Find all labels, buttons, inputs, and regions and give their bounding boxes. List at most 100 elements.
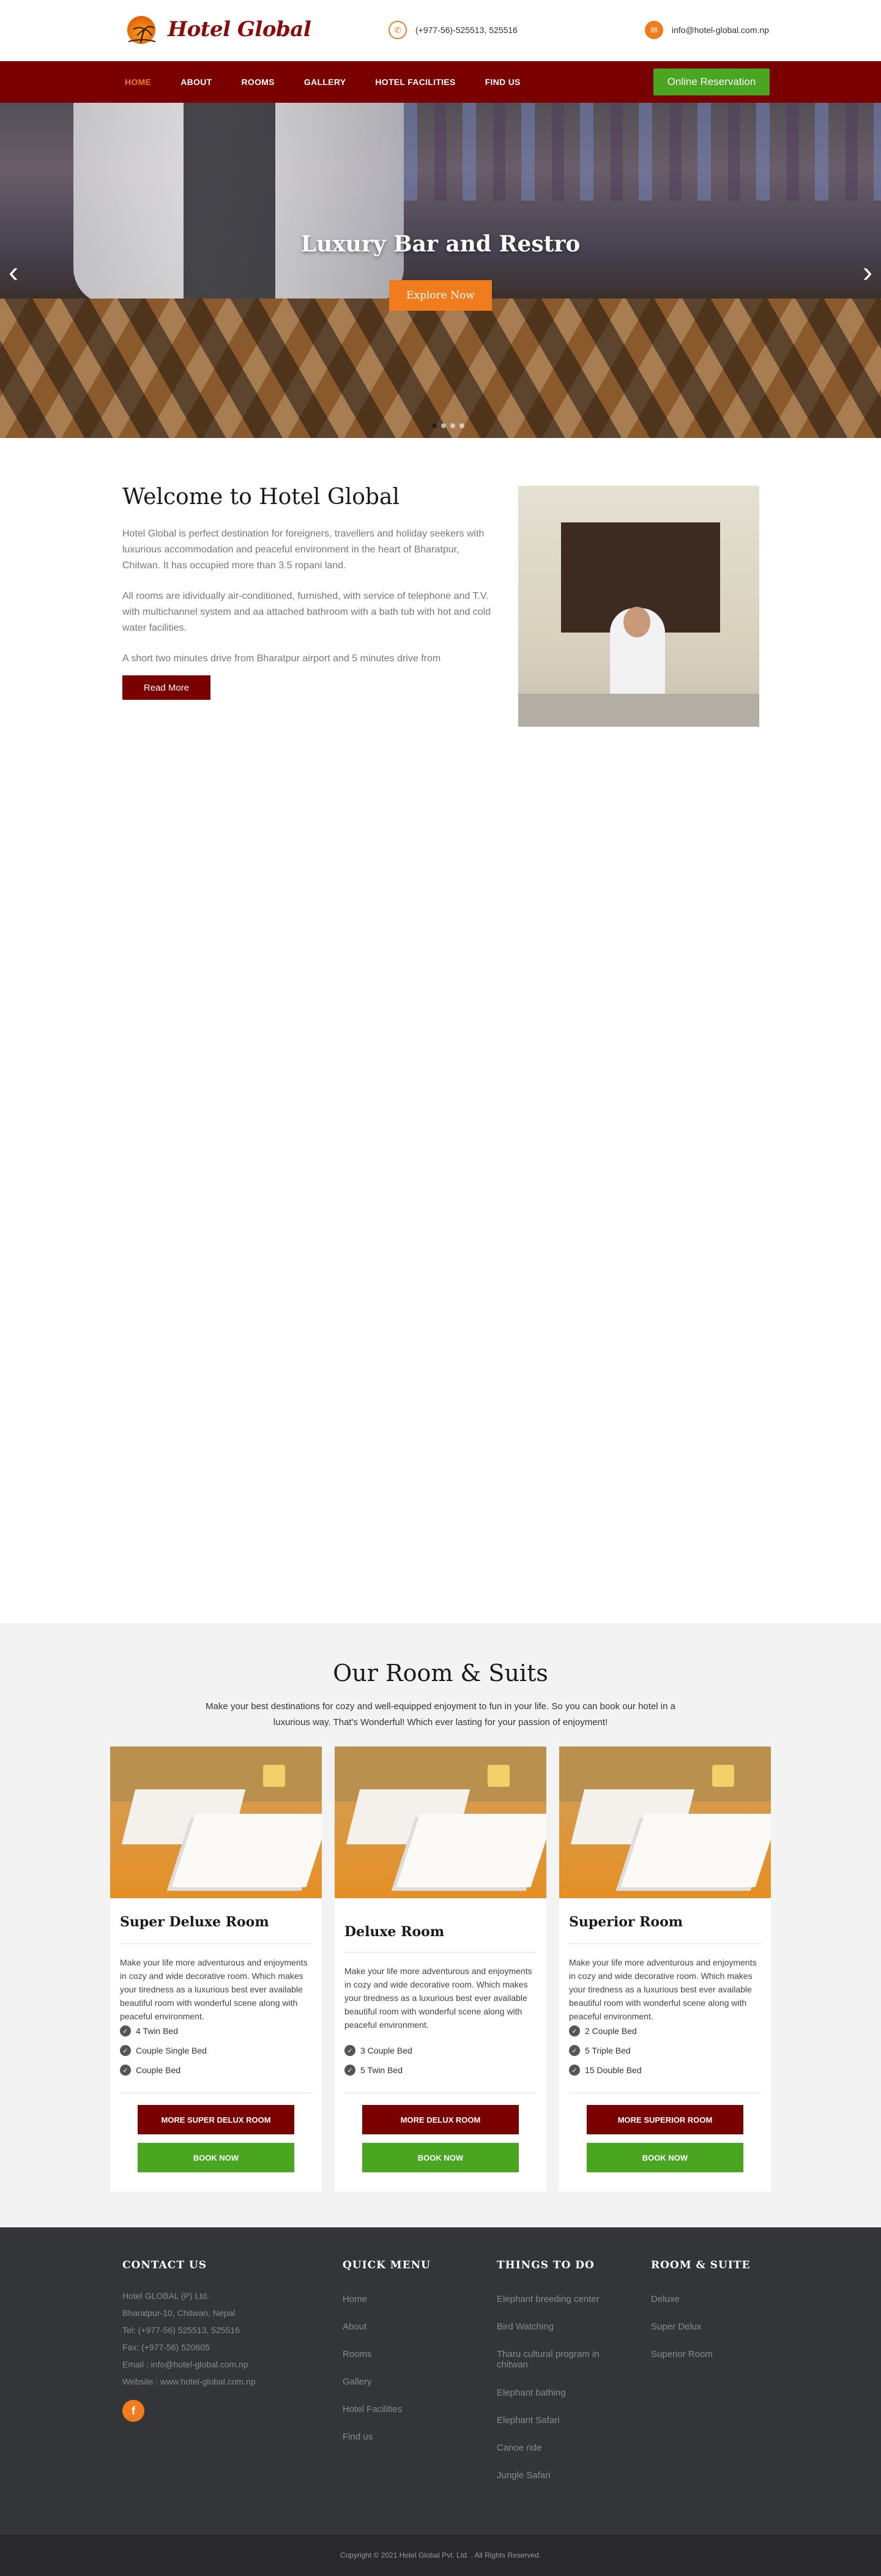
hero-slider: Luxury Bar and Restro Explore Now ‹ › — [0, 103, 881, 438]
footer-contact-line: Bharatpur-10, Chitwan, Nepal — [122, 2308, 236, 2318]
room-feature-label: 4 Twin Bed — [136, 2026, 179, 2036]
nav-item-home[interactable]: HOME — [125, 77, 151, 87]
footer-link-room-suite[interactable]: Super Delux — [651, 2322, 702, 2332]
slider-prev-icon[interactable]: ‹ — [9, 256, 18, 289]
header-email-text: info@hotel-global.com.np — [672, 25, 769, 35]
footer-link-things[interactable]: Tharu cultural program in chitwan — [497, 2349, 613, 2370]
room-card: Superior Room Make your life more adventu… — [559, 1746, 771, 2192]
room-photo[interactable] — [559, 1746, 771, 1898]
room-feature-label: Couple Bed — [136, 2065, 181, 2075]
check-circle-icon: ✓ — [344, 2045, 355, 2056]
slider-dot[interactable] — [450, 423, 455, 428]
nav-item-gallery[interactable]: GALLERY — [304, 77, 346, 87]
more-room-button[interactable]: MORE SUPER DELUX ROOM — [138, 2105, 294, 2134]
footer-contact-title: CONTACT US — [122, 2259, 207, 2271]
nav-item-find-us[interactable]: FIND US — [485, 77, 521, 87]
book-now-button[interactable]: BOOK NOW — [587, 2143, 743, 2172]
more-room-button[interactable]: MORE DELUX ROOM — [362, 2105, 519, 2134]
room-feature-label: 5 Twin Bed — [360, 2065, 403, 2075]
welcome-reception-image — [518, 486, 759, 727]
room-feature-label: Couple Single Bed — [136, 2046, 207, 2055]
room-card: Deluxe Room Make your life more adventuro… — [335, 1746, 546, 2192]
footer-contact-line: Website : www.hotel-global.com.np — [122, 2377, 256, 2386]
rooms-subtitle: Make your best destinations for cozy and… — [206, 1701, 675, 1728]
divider — [569, 1943, 761, 1944]
room-photo[interactable] — [335, 1746, 546, 1898]
hero-bar-counter — [0, 299, 881, 438]
footer-contact-line: Fax: (+977-56) 520605 — [122, 2342, 210, 2352]
room-card: Super Deluxe Room Make your life more adv… — [110, 1746, 322, 2192]
welcome-paragraph-2: All rooms are idividually air-conditione… — [122, 591, 491, 633]
slider-dot[interactable] — [459, 423, 464, 428]
room-feature-label: 5 Triple Bed — [585, 2046, 631, 2055]
footer-link-things[interactable]: Canoe ride — [497, 2443, 613, 2453]
phone-icon: ✆ — [388, 21, 407, 39]
footer-link-room-suite[interactable]: Deluxe — [651, 2294, 680, 2304]
logo[interactable]: Hotel Global — [122, 11, 311, 48]
footer-contact-line: Email : info@hotel-global.com.np — [122, 2359, 248, 2369]
copyright: Copyright © 2021 Hotel Global Pvt. Ltd. … — [0, 2534, 881, 2576]
nav-item-rooms[interactable]: ROOMS — [241, 77, 274, 87]
footer-link-things[interactable]: Jungle Safari — [497, 2470, 613, 2481]
footer-contact-line: Hotel GLOBAL (P) Ltd. — [122, 2291, 209, 2301]
room-feature-label: 15 Double Bed — [585, 2065, 642, 2075]
welcome-title: Welcome to Hotel Global — [122, 484, 400, 510]
nav-items: HOME ABOUT ROOMS GALLERY HOTEL FACILITIES FIN… — [125, 61, 550, 103]
room-feature-label: 2 Couple Bed — [585, 2026, 637, 2036]
room-feature: ✓ 3 Couple Bed — [344, 2045, 412, 2056]
room-feature-label: 3 Couple Bed — [360, 2046, 412, 2055]
facebook-icon[interactable]: f — [122, 2400, 144, 2422]
footer-link-quick-menu[interactable]: Find us — [343, 2432, 373, 2442]
footer-link-things[interactable]: Elephant breeding center — [497, 2294, 613, 2304]
footer-link-quick-menu[interactable]: Gallery — [343, 2377, 372, 2387]
rooms-section: Our Room & Suits Make your best destinat… — [0, 1623, 881, 2227]
slider-dot[interactable] — [432, 423, 437, 428]
explore-now-button[interactable]: Explore Now — [389, 280, 492, 311]
header-phone[interactable]: ✆ (+977-56)-525513, 525516 — [388, 21, 518, 39]
welcome-paragraph-1: Hotel Global is perfect destination for … — [122, 529, 485, 571]
room-feature: ✓ 4 Twin Bed — [120, 2025, 178, 2036]
divider — [344, 1952, 537, 1953]
check-circle-icon: ✓ — [120, 2065, 131, 2076]
header-email[interactable]: ✉ info@hotel-global.com.np — [645, 21, 769, 39]
top-header: Hotel Global ✆ (+977-56)-525513, 525516 … — [0, 0, 881, 61]
room-feature: ✓ 5 Twin Bed — [344, 2065, 403, 2076]
logo-sun-palm-icon — [122, 11, 162, 48]
check-circle-icon: ✓ — [120, 2045, 131, 2056]
footer-things-title: THINGS TO DO — [497, 2259, 595, 2271]
footer-room-suite-title: ROOM & SUITE — [651, 2259, 751, 2271]
check-circle-icon: ✓ — [120, 2025, 131, 2036]
footer-link-things[interactable]: Elephant bathing — [497, 2388, 613, 2398]
nav-item-hotel-facilities[interactable]: HOTEL FACILITIES — [375, 77, 455, 87]
footer-link-quick-menu[interactable]: Home — [343, 2294, 367, 2304]
room-photo[interactable] — [110, 1746, 322, 1898]
book-now-button[interactable]: BOOK NOW — [362, 2143, 519, 2172]
header-phone-text: (+977-56)-525513, 525516 — [415, 25, 518, 35]
room-feature: ✓ Couple Bed — [120, 2065, 180, 2076]
footer-link-quick-menu[interactable]: About — [343, 2322, 366, 2332]
read-more-button[interactable]: Read More — [122, 675, 210, 700]
footer-link-things[interactable]: Elephant Safari — [497, 2415, 613, 2426]
room-feature: ✓ Couple Single Bed — [120, 2045, 207, 2056]
slider-dot[interactable] — [441, 423, 446, 428]
room-title: Deluxe Room — [344, 1924, 445, 1940]
nav-item-about[interactable]: ABOUT — [180, 77, 212, 87]
online-reservation-button[interactable]: Online Reservation — [653, 69, 770, 95]
footer-link-room-suite[interactable]: Superior Room — [651, 2349, 713, 2359]
footer-link-things[interactable]: Bird Watching — [497, 2322, 613, 2332]
footer-link-quick-menu[interactable]: Hotel Facilities — [343, 2404, 403, 2415]
more-room-button[interactable]: MORE SUPERIOR ROOM — [587, 2105, 743, 2134]
footer: CONTACT US Hotel GLOBAL (P) Ltd. Bharatpu… — [0, 2227, 881, 2534]
check-circle-icon: ✓ — [569, 2045, 580, 2056]
check-circle-icon: ✓ — [569, 2025, 580, 2036]
slider-next-icon[interactable]: › — [863, 256, 872, 289]
footer-link-quick-menu[interactable]: Rooms — [343, 2349, 372, 2359]
main-nav: HOME ABOUT ROOMS GALLERY HOTEL FACILITIES FIN… — [0, 61, 881, 103]
rooms-title: Our Room & Suits — [333, 1660, 548, 1687]
room-title: Superior Room — [569, 1914, 683, 1930]
check-circle-icon: ✓ — [344, 2065, 355, 2076]
slider-dots — [432, 423, 469, 428]
welcome-paragraph-3: A short two minutes drive from Bharatpur… — [122, 653, 441, 664]
book-now-button[interactable]: BOOK NOW — [138, 2143, 294, 2172]
hero-title: Luxury Bar and Restro — [300, 231, 581, 257]
